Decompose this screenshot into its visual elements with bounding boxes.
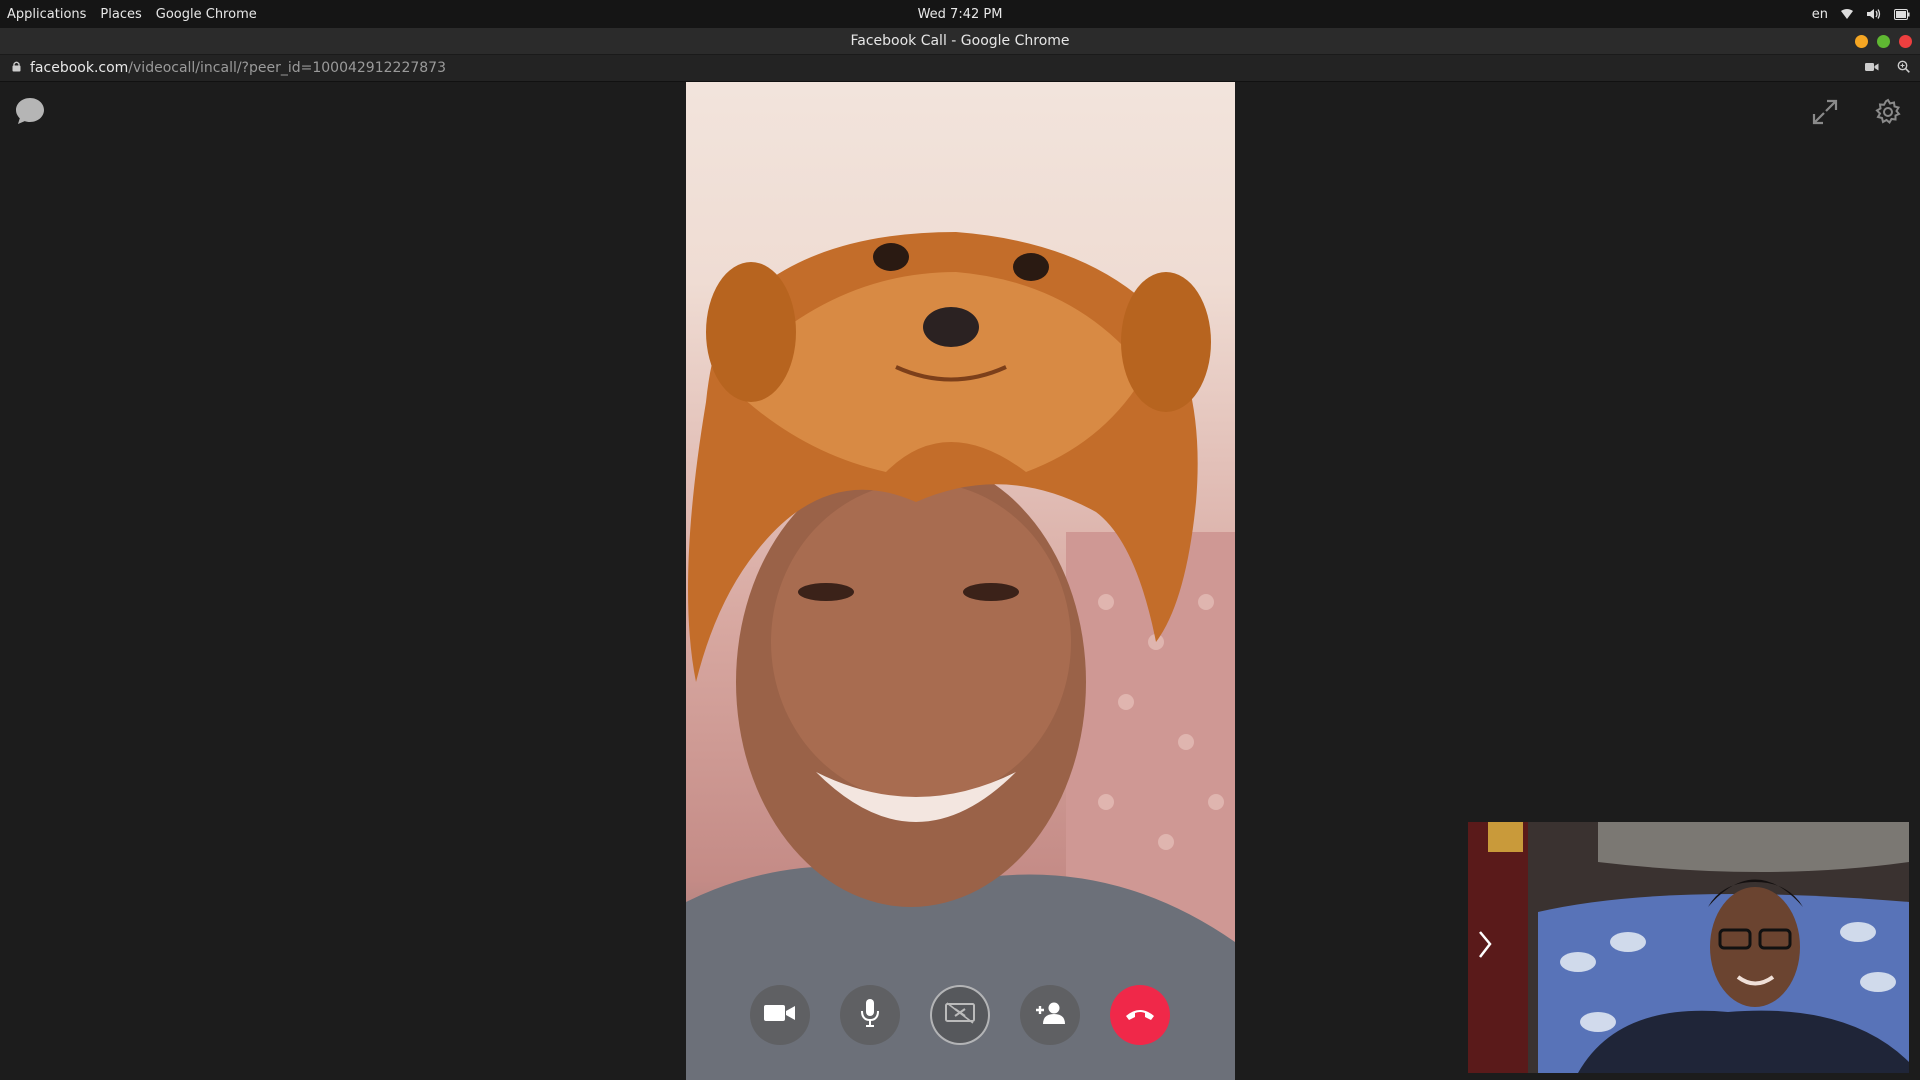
minimize-button[interactable] [1855,34,1868,48]
self-view-video[interactable] [1468,822,1909,1073]
zoom-icon[interactable] [1897,60,1910,77]
battery-icon[interactable] [1894,8,1910,20]
video-camera-icon [764,1003,796,1027]
places-menu[interactable]: Places [100,7,141,22]
add-person-button[interactable] [1020,985,1080,1045]
system-tray: en [1812,7,1910,22]
top-bar-menu: Applications Places Google Chrome [0,7,257,22]
lock-icon[interactable] [12,60,21,76]
applications-menu[interactable]: Applications [7,7,86,22]
window-title-bar[interactable]: Facebook Call - Google Chrome [0,28,1920,55]
language-indicator[interactable]: en [1812,7,1828,22]
remote-video-image [686,232,1235,1080]
maximize-button[interactable] [1877,34,1890,48]
screen-share-off-icon [945,1002,975,1028]
end-call-button[interactable] [1110,985,1170,1045]
camera-in-use-icon[interactable] [1865,60,1879,76]
window-title: Facebook Call - Google Chrome [850,33,1070,49]
address-bar[interactable]: facebook.com/videocall/incall/?peer_id=1… [0,55,1920,82]
remote-video-feed [686,82,1235,1080]
url-path: /videocall/incall/?peer_id=1000429122278… [128,60,446,76]
video-call-area [0,82,1920,1080]
wifi-icon[interactable] [1840,8,1854,20]
microphone-icon [860,998,880,1032]
address-bar-icons [1865,60,1910,77]
hang-up-icon [1124,1006,1156,1025]
volume-icon[interactable] [1866,8,1882,20]
chat-icon[interactable] [14,96,46,130]
fullscreen-icon[interactable] [1812,99,1838,129]
url-text[interactable]: facebook.com/videocall/incall/?peer_id=1… [30,60,446,76]
self-view-image [1468,822,1909,1073]
screen-share-button[interactable] [930,985,990,1045]
system-top-bar: Applications Places Google Chrome Wed 7:… [0,0,1920,28]
call-controls [750,985,1170,1045]
add-person-icon [1034,1001,1066,1029]
mic-toggle-button[interactable] [840,985,900,1045]
app-menu-google-chrome[interactable]: Google Chrome [156,7,257,22]
clock[interactable]: Wed 7:42 PM [918,7,1003,22]
window-controls [1855,34,1912,48]
gear-icon[interactable] [1874,98,1902,130]
url-host: facebook.com [30,60,129,76]
camera-toggle-button[interactable] [750,985,810,1045]
close-button[interactable] [1899,34,1912,48]
